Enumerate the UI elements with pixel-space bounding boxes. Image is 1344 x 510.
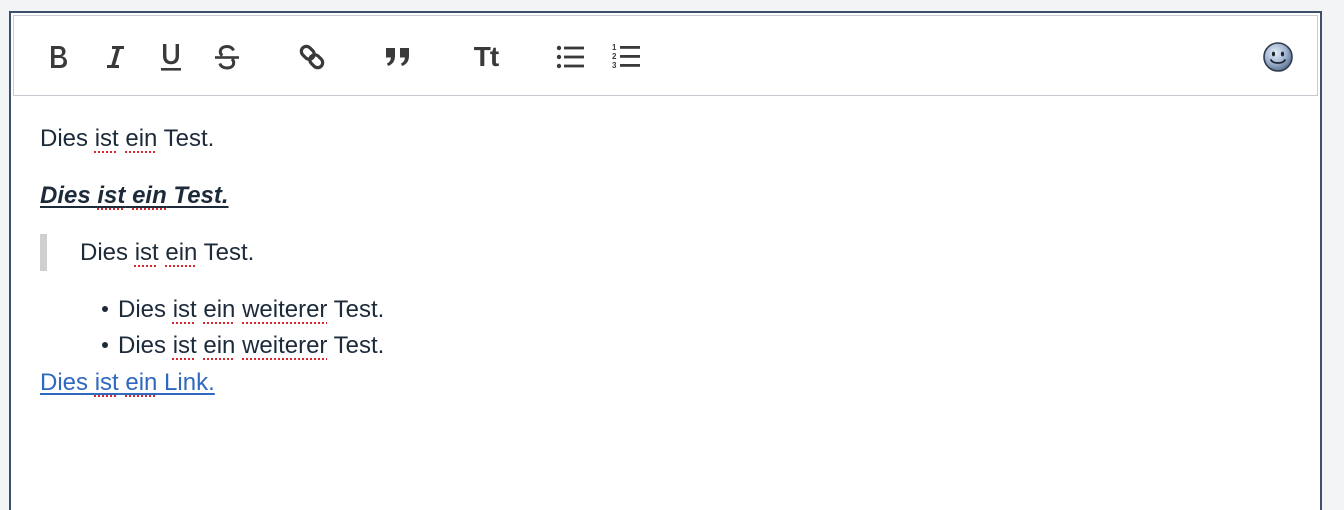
spellcheck-word: ist [172,296,197,323]
spellcheck-word: ist [94,125,119,152]
spellcheck-word: ist [134,239,159,266]
bullet-list-icon [556,45,584,69]
underline-icon [161,44,181,71]
bold-icon [51,46,67,68]
paragraph: Dies ist ein Test. [40,125,215,152]
underline-button[interactable] [154,40,188,74]
numbered-list-button[interactable]: 1 2 3 [610,40,644,74]
spellcheck-word: weiterer [242,296,328,323]
spellcheck-word: ist [94,369,119,396]
strikethrough-icon [215,44,239,70]
quote-button[interactable] [381,40,415,74]
text-size-button[interactable]: Tt [466,40,506,74]
text-size-icon: Tt [473,41,499,72]
spellcheck-word: ein [132,182,167,209]
spellcheck-word: ein [203,332,236,359]
blockquote-bar [40,234,47,271]
content-link[interactable]: Dies ist ein Link. [40,369,215,397]
spellcheck-word: ist [172,332,197,359]
emoji-button[interactable] [1261,40,1295,74]
numbered-list-icon: 1 2 3 [612,43,640,70]
list-item: Dies ist ein weiterer Test. [118,332,385,359]
spellcheck-word: ein [125,125,158,152]
svg-text:2: 2 [612,52,617,61]
spellcheck-word: ein [165,239,198,266]
svg-text:1: 1 [612,43,617,52]
spellcheck-word: ein [203,296,236,323]
svg-text:3: 3 [612,61,617,70]
list-item: Dies ist ein weiterer Test. [118,296,385,323]
page: Tt 1 2 3 Dies ist ein Test. Dies ist ein… [0,0,1344,510]
italic-button[interactable] [98,40,132,74]
bulleted-list-button[interactable] [554,40,588,74]
link-icon [299,44,325,70]
editor-toolbar: Tt 1 2 3 [13,15,1318,96]
bold-button[interactable] [41,40,75,74]
italic-icon [107,46,124,68]
spellcheck-word: ist [97,182,126,209]
smiley-icon [1263,42,1293,72]
quote-icon [386,48,409,66]
blockquote: Dies ist ein Test. [80,239,255,266]
spellcheck-word: ein [125,369,158,396]
link-button[interactable] [295,40,329,74]
rich-text-editor[interactable]: Tt 1 2 3 Dies ist ein Test. Dies ist ein… [9,11,1322,510]
bullet-dot [102,342,108,348]
strikethrough-button[interactable] [210,40,244,74]
bold-italic-paragraph: Dies ist ein Test. [40,182,229,209]
bullet-dot [102,306,108,312]
spellcheck-word: weiterer [242,332,328,359]
